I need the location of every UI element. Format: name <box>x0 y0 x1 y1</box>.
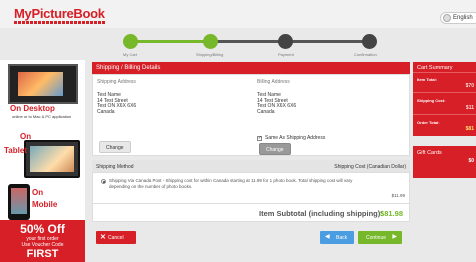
promo-tablet: Tablet <box>4 146 27 155</box>
shipping-description: Shipping Via Canada Post - Shipping cost… <box>109 178 353 189</box>
shipping-option[interactable]: Shipping Via Canada Post - Shipping cost… <box>92 172 410 204</box>
cancel-button[interactable]: ✕ Cancel <box>96 231 136 244</box>
globe-icon <box>443 14 451 22</box>
shipping-radio[interactable] <box>101 179 106 184</box>
shipping-address: Shipping Address Test Name 14 Test Stree… <box>97 79 136 115</box>
order-total-label: Order Total: <box>417 120 440 125</box>
step-dot-shipping <box>203 34 218 49</box>
action-bar: ✕ Cancel ◀ Back Continue ▶ <box>92 227 410 249</box>
shipping-method-heading: Shipping Method <box>96 164 134 170</box>
checkout-progress: My Cart Shipping/Billing Payment Confirm… <box>100 32 400 60</box>
step-dot-payment <box>278 34 293 49</box>
cancel-label: Cancel <box>108 235 124 241</box>
progress-line-2 <box>210 40 285 43</box>
continue-button[interactable]: Continue ▶ <box>358 231 402 244</box>
offer-percent: 50% Off <box>20 222 65 236</box>
step-label-confirmation: Confirmation <box>354 52 377 57</box>
same-as-shipping-checkbox[interactable]: Same As Shipping Address <box>257 135 325 141</box>
tablet-image <box>24 140 80 178</box>
shipping-method-header: Shipping Method Shipping Cost (Canadian … <box>92 160 410 172</box>
step-label-payment: Payment <box>278 52 294 57</box>
shipping-amount: $11.99 <box>391 193 405 198</box>
step-dot-cart <box>123 34 138 49</box>
address-box: Shipping Address Test Name 14 Test Stree… <box>92 74 410 156</box>
logo-text: MyPictureBook <box>14 6 105 21</box>
item-total-value: $70 <box>465 83 474 89</box>
same-as-shipping-label: Same As Shipping Address <box>265 135 326 141</box>
promo-offer: 50% Off your first order Use Voucher Cod… <box>0 220 85 262</box>
promo-desktop: On Desktop <box>10 104 55 113</box>
gift-cards[interactable]: Gift Cards $0 <box>413 146 476 178</box>
subtotal-value: $81.98 <box>380 209 403 218</box>
arrow-left-icon: ◀ <box>325 234 330 240</box>
promo-desktop-sub: online or to Mac & PC application <box>12 114 72 119</box>
progress-line-1 <box>130 40 210 43</box>
cart-summary: Cart Summary Item Total: $70 Shipping Co… <box>413 62 476 136</box>
shipping-line: Canada <box>97 108 115 115</box>
billing-line: Canada <box>257 108 275 115</box>
step-label-cart: My Cart <box>123 52 137 57</box>
desktop-image <box>8 64 78 104</box>
offer-code: FIRST <box>26 248 59 260</box>
cart-divider <box>413 114 476 115</box>
details-title: Shipping / Billing Details <box>92 62 410 74</box>
back-label: Back <box>336 235 348 241</box>
checkout-panel: Shipping / Billing Details Shipping Addr… <box>92 62 410 249</box>
shipping-cost-value: $11 <box>465 105 474 111</box>
checkbox-icon[interactable] <box>257 135 262 141</box>
gift-cards-title: Gift Cards <box>417 150 442 156</box>
step-dot-confirmation <box>362 34 377 49</box>
shipping-cost-label: Shipping Cost: <box>417 98 446 103</box>
order-total-value: $81 <box>465 126 474 132</box>
progress-line-3 <box>285 40 370 43</box>
promo-mobile: Mobile <box>32 200 58 209</box>
continue-label: Continue <box>366 235 387 241</box>
change-shipping-button[interactable]: Change <box>99 141 131 153</box>
logo[interactable]: MyPictureBook <box>14 6 106 24</box>
cart-divider <box>413 92 476 93</box>
change-billing-button[interactable]: Change <box>259 143 291 155</box>
shipping-cost-heading: Shipping Cost (Canadian Dollar) <box>334 164 406 170</box>
promo-banner[interactable]: On Desktop online or to Mac & PC applica… <box>0 60 85 262</box>
subtotal-label: Item Subtotal (including shipping): <box>259 209 383 218</box>
promo-mobile-on: On <box>32 188 44 197</box>
language-selector[interactable]: English <box>440 12 476 24</box>
close-icon: ✕ <box>100 234 106 241</box>
step-label-shipping: Shipping/Billing <box>196 52 224 57</box>
arrow-right-icon: ▶ <box>392 234 397 240</box>
logo-film-strip <box>14 21 106 24</box>
back-button[interactable]: ◀ Back <box>320 231 354 244</box>
top-bar: MyPictureBook English <box>0 0 476 28</box>
phone-image <box>8 184 30 220</box>
language-label: English <box>453 15 473 21</box>
item-total-label: Item Total: <box>417 77 437 82</box>
subtotal-row: Item Subtotal (including shipping): $81.… <box>92 204 410 222</box>
billing-address: Billing Address Test Name 14 Test Street… <box>257 79 296 115</box>
billing-address-heading: Billing Address <box>257 79 290 85</box>
gift-cards-value: $0 <box>468 158 474 164</box>
shipping-address-heading: Shipping Address <box>97 79 136 85</box>
cart-summary-title: Cart Summary <box>413 62 476 73</box>
